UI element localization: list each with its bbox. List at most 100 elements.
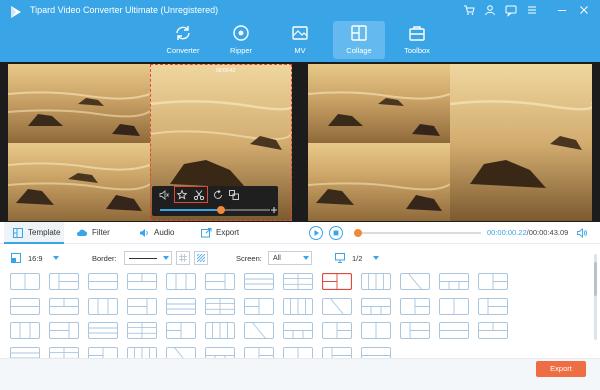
nav-toolbox[interactable]: Toolbox bbox=[391, 21, 443, 59]
template-thumbnail[interactable] bbox=[10, 273, 40, 290]
template-thumbnail[interactable] bbox=[283, 322, 313, 339]
user-icon[interactable] bbox=[483, 3, 497, 17]
border-style-dropdown[interactable] bbox=[124, 251, 172, 265]
template-thumbnail[interactable] bbox=[361, 297, 391, 315]
template-thumbnail[interactable] bbox=[361, 322, 391, 339]
template-thumbnail[interactable] bbox=[244, 322, 274, 339]
export-button[interactable]: Export bbox=[536, 361, 586, 377]
border-grid-icon bbox=[179, 254, 187, 262]
template-thumbnail[interactable] bbox=[400, 273, 430, 290]
aspect-ratio-dropdown[interactable]: 16:9 bbox=[8, 247, 64, 269]
template-layout-icon bbox=[478, 322, 508, 339]
tab-export[interactable]: Export bbox=[192, 222, 244, 244]
template-thumbnail[interactable] bbox=[88, 297, 118, 315]
template-thumbnail[interactable] bbox=[127, 273, 157, 290]
template-thumbnail[interactable] bbox=[478, 322, 508, 339]
copy-frame-icon[interactable] bbox=[228, 189, 240, 201]
template-thumbnail[interactable] bbox=[10, 297, 40, 315]
template-thumbnail[interactable] bbox=[283, 273, 313, 290]
video-cell-top-left[interactable] bbox=[8, 64, 150, 143]
template-layout-icon bbox=[88, 297, 118, 315]
template-thumbnail[interactable] bbox=[478, 297, 508, 315]
nav-label: Converter bbox=[166, 46, 200, 55]
template-scrollbar[interactable] bbox=[594, 254, 597, 340]
template-layout-icon bbox=[283, 297, 313, 315]
template-thumbnail[interactable] bbox=[244, 297, 274, 315]
template-thumbnail[interactable] bbox=[205, 322, 235, 339]
template-thumbnail[interactable] bbox=[322, 273, 352, 290]
screen-dropdown[interactable]: All bbox=[268, 251, 312, 265]
template-thumbnail[interactable] bbox=[166, 322, 196, 339]
template-thumbnail[interactable] bbox=[166, 273, 196, 290]
template-grid bbox=[0, 270, 600, 364]
template-thumbnail[interactable] bbox=[322, 297, 352, 315]
cell-progress-fill bbox=[160, 209, 221, 211]
tab-label: Export bbox=[216, 228, 240, 237]
stop-icon[interactable] bbox=[328, 225, 344, 241]
nav-collage[interactable]: Collage bbox=[333, 21, 385, 59]
cell-progress-bar[interactable] bbox=[160, 206, 270, 214]
tab-filter[interactable]: Filter bbox=[68, 222, 120, 244]
template-thumbnail[interactable] bbox=[49, 322, 79, 339]
template-layout-icon bbox=[400, 273, 430, 290]
template-layout-icon bbox=[166, 297, 196, 315]
app-window: Tipard Video Converter Ultimate (Unregis… bbox=[0, 0, 600, 390]
template-thumbnail[interactable] bbox=[439, 273, 469, 290]
play-icon[interactable] bbox=[308, 225, 324, 241]
preview-cell-bottom-left bbox=[308, 143, 450, 221]
template-thumbnail[interactable] bbox=[400, 322, 430, 339]
template-layout-icon bbox=[244, 273, 274, 290]
template-thumbnail[interactable] bbox=[478, 273, 508, 290]
template-thumbnail[interactable] bbox=[88, 322, 118, 339]
menu-icon[interactable] bbox=[525, 3, 539, 17]
template-thumbnail[interactable] bbox=[49, 297, 79, 315]
template-thumbnail[interactable] bbox=[283, 297, 313, 315]
template-layout-icon bbox=[10, 273, 40, 290]
template-thumbnail[interactable] bbox=[127, 297, 157, 315]
template-thumbnail[interactable] bbox=[322, 322, 352, 339]
playback-handle[interactable] bbox=[353, 229, 362, 237]
chat-icon[interactable] bbox=[504, 3, 518, 17]
rotate-icon[interactable] bbox=[212, 189, 224, 201]
nav-converter[interactable]: Converter bbox=[157, 21, 209, 59]
template-thumbnail[interactable] bbox=[127, 322, 157, 339]
template-thumbnail[interactable] bbox=[49, 273, 79, 290]
template-thumbnail[interactable] bbox=[439, 297, 469, 315]
page-dropdown[interactable]: 1/2 bbox=[334, 247, 394, 269]
template-layout-icon bbox=[166, 322, 196, 339]
template-thumbnail[interactable] bbox=[205, 273, 235, 290]
template-icon bbox=[13, 228, 23, 238]
chevron-down-icon bbox=[53, 256, 59, 260]
template-layout-icon bbox=[322, 273, 352, 290]
scrollbar-thumb[interactable] bbox=[594, 262, 597, 296]
template-thumbnail[interactable] bbox=[361, 273, 391, 290]
video-cell-bottom-left[interactable] bbox=[8, 143, 150, 221]
template-thumbnail[interactable] bbox=[88, 273, 118, 290]
tab-template[interactable]: Template bbox=[4, 222, 64, 244]
template-thumbnail[interactable] bbox=[205, 297, 235, 315]
edit-star-icon[interactable] bbox=[176, 189, 188, 201]
cut-icon[interactable] bbox=[193, 189, 205, 201]
playback-progress-bar[interactable] bbox=[353, 229, 481, 237]
close-icon[interactable] bbox=[577, 3, 591, 17]
template-thumbnail[interactable] bbox=[439, 322, 469, 339]
border-width-button[interactable] bbox=[194, 251, 208, 265]
template-thumbnail[interactable] bbox=[244, 273, 274, 290]
volume-icon[interactable] bbox=[158, 189, 170, 201]
chevron-down-icon bbox=[373, 256, 379, 260]
template-thumbnail[interactable] bbox=[166, 297, 196, 315]
preview-cell-top-left bbox=[308, 64, 450, 143]
template-layout-icon bbox=[244, 297, 274, 315]
border-color-button[interactable] bbox=[176, 251, 190, 265]
template-thumbnail[interactable] bbox=[10, 322, 40, 339]
cell-progress-handle[interactable] bbox=[216, 206, 225, 214]
volume-icon[interactable] bbox=[576, 227, 588, 239]
plus-icon[interactable] bbox=[270, 206, 278, 214]
nav-label: Toolbox bbox=[404, 46, 430, 55]
template-thumbnail[interactable] bbox=[400, 297, 430, 315]
minimize-icon[interactable] bbox=[555, 3, 569, 17]
nav-mv[interactable]: MV bbox=[274, 21, 326, 59]
nav-ripper[interactable]: Ripper bbox=[215, 21, 267, 59]
tab-audio[interactable]: Audio bbox=[130, 222, 182, 244]
cart-icon[interactable] bbox=[462, 3, 476, 17]
